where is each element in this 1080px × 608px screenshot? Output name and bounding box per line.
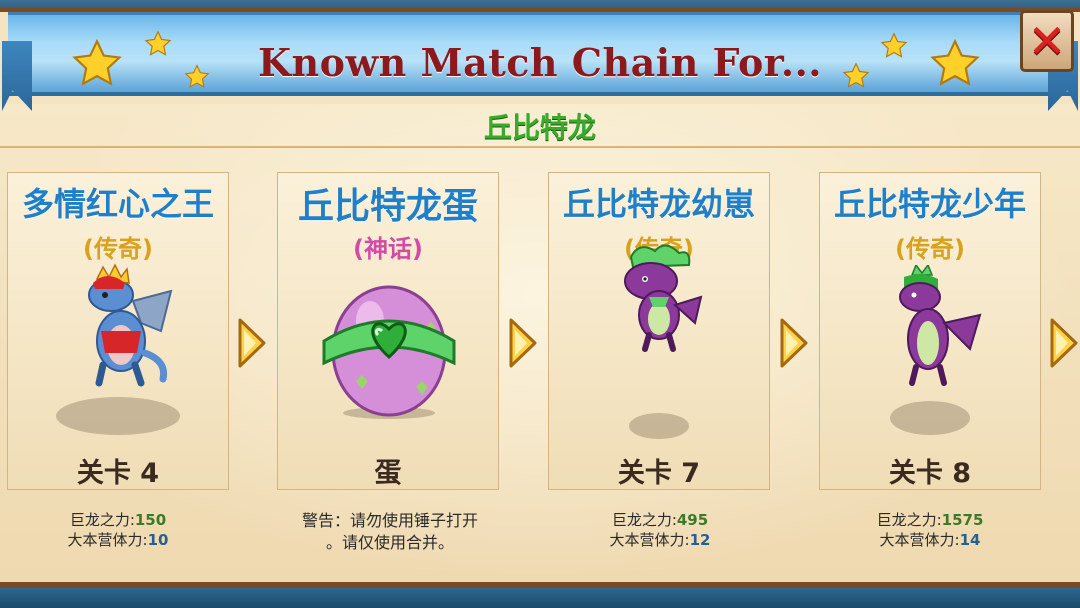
chain-name: 丘比特龙 bbox=[483, 111, 596, 144]
card-rarity: (神话) bbox=[353, 235, 423, 263]
cupid-egg-icon bbox=[316, 271, 462, 425]
power-label: 巨龙之力: bbox=[69, 511, 135, 529]
background-bottom-strip bbox=[0, 586, 1080, 608]
stamina-label: 大本营体力: bbox=[609, 531, 690, 549]
chain-arrow-icon bbox=[509, 318, 537, 368]
chain-arrow-icon[interactable] bbox=[1050, 318, 1078, 368]
close-button[interactable]: ✕ bbox=[1020, 10, 1074, 72]
card-level: 关卡 8 bbox=[888, 458, 972, 489]
stamina-value: 10 bbox=[147, 531, 169, 549]
chain-arrow-icon bbox=[238, 318, 266, 368]
stamina-label: 大本营体力: bbox=[67, 531, 148, 549]
chain-card[interactable]: 丘比特龙蛋 (神话) 蛋 bbox=[277, 172, 499, 490]
divider bbox=[0, 146, 1080, 148]
baby-dragon-green-icon bbox=[609, 239, 709, 363]
stamina-value: 14 bbox=[959, 531, 981, 549]
card-stats: 巨龙之力:150 大本营体力:10 bbox=[0, 510, 248, 550]
warning-line-2: 。请仅使用合并。 bbox=[325, 533, 454, 552]
card-rarity: (传奇) bbox=[895, 235, 965, 263]
chain-card[interactable]: 多情红心之王 (传奇) 关卡 4 bbox=[7, 172, 229, 490]
card-level: 蛋 bbox=[374, 458, 402, 489]
teen-dragon-green-icon bbox=[886, 263, 986, 393]
card-rarity: (传奇) bbox=[83, 235, 153, 263]
warning-line-1: 警告：请勿使用锤子打开 bbox=[301, 511, 478, 530]
card-stats: 巨龙之力:1575 大本营体力:14 bbox=[800, 510, 1060, 550]
chain-card[interactable]: 丘比特龙少年 (传奇) 关卡 8 bbox=[819, 172, 1041, 490]
chain-arrow-icon bbox=[780, 318, 808, 368]
card-stats: 巨龙之力:495 大本营体力:12 bbox=[530, 510, 790, 550]
power-value: 150 bbox=[134, 511, 167, 529]
close-x-icon: ✕ bbox=[1027, 14, 1067, 68]
stamina-value: 12 bbox=[689, 531, 711, 549]
card-title: 丘比特龙蛋 bbox=[297, 186, 478, 227]
item-shadow bbox=[629, 413, 689, 439]
chain-card[interactable]: 丘比特龙幼崽 (传奇) 关卡 7 bbox=[548, 172, 770, 490]
dialog-title: Known Match Chain For... bbox=[257, 40, 823, 85]
power-value: 495 bbox=[676, 511, 709, 529]
item-shadow bbox=[890, 401, 970, 435]
card-title: 多情红心之王 bbox=[21, 185, 214, 223]
item-shadow bbox=[56, 397, 180, 435]
egg-warning: 警告：请勿使用锤子打开 。请仅使用合并。 bbox=[270, 510, 510, 554]
card-title: 丘比特龙幼崽 bbox=[562, 185, 755, 223]
power-value: 1575 bbox=[941, 511, 984, 529]
card-title: 丘比特龙少年 bbox=[833, 185, 1026, 223]
dragon-red-crown-icon bbox=[63, 261, 175, 395]
card-level: 关卡 4 bbox=[76, 458, 160, 489]
card-level: 关卡 7 bbox=[617, 458, 701, 489]
stamina-label: 大本营体力: bbox=[879, 531, 960, 549]
power-label: 巨龙之力: bbox=[876, 511, 942, 529]
power-label: 巨龙之力: bbox=[611, 511, 677, 529]
